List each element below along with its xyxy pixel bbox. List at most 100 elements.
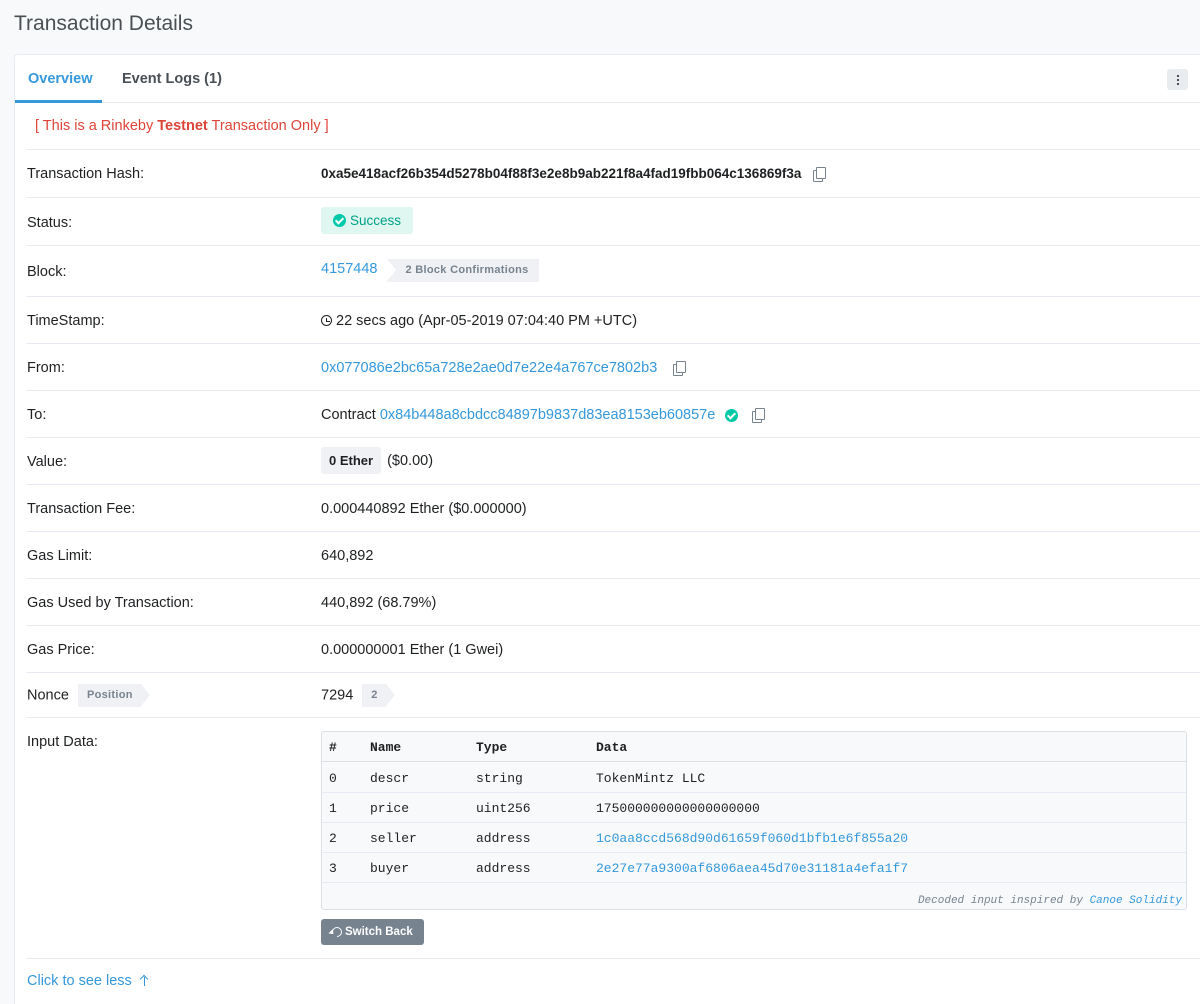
input-table-header: # Name Type Data — [322, 732, 1186, 762]
row-name: descr — [370, 771, 410, 786]
testnet-notice-suffix: Transaction Only ] — [207, 118, 329, 134]
to-value: Contract 0x84b448a8cbdcc84897b9837d83ea8… — [321, 407, 766, 424]
transaction-fee-label: Transaction Fee: — [27, 501, 136, 517]
to-label: To: — [27, 407, 47, 423]
block-number-link[interactable]: 4157448 — [321, 261, 377, 277]
decoded-credit-text: Decoded input inspired by — [917, 895, 1090, 907]
nonce-number: 7294 — [321, 687, 354, 704]
gas-used-label: Gas Used by Transaction: — [27, 595, 194, 611]
testnet-notice-emphasis: Testnet — [157, 118, 208, 134]
more-options-button[interactable] — [1167, 69, 1188, 90]
ether-amount-badge: 0 Ether — [321, 447, 382, 474]
arrow-up-icon — [140, 975, 150, 986]
clock-icon — [321, 315, 332, 326]
header-type: Type — [476, 740, 508, 755]
decoded-credit: Decoded input inspired by Canoe Solidity — [918, 895, 1182, 907]
row-nonce: Nonce Position 7294 2 — [27, 672, 1200, 717]
header-name: Name — [370, 740, 402, 755]
row-gas-used: Gas Used by Transaction: 440,892 (68.79%… — [27, 578, 1200, 625]
row-transaction-fee: Transaction Fee: 0.000440892 Ether ($0.0… — [27, 484, 1200, 531]
row-name: seller — [370, 831, 417, 846]
block-value: 4157448 2 Block Confirmations — [321, 259, 539, 282]
value-label: Value: — [27, 454, 68, 470]
gas-price-label: Gas Price: — [27, 642, 95, 658]
active-tab-indicator — [15, 100, 102, 103]
testnet-notice-prefix: [ This is a Rinkeby — [35, 118, 158, 134]
tab-overview[interactable]: Overview — [28, 71, 93, 87]
transaction-hash-value: 0xa5e418acf26b354d5278b04f88f3e2e8b9ab22… — [321, 166, 827, 183]
row-from: From: 0x077086e2bc65a728e2ae0d7e22e4a767… — [27, 343, 1200, 390]
table-row: 3 buyer address 2e27e77a9300af6806aea45d… — [322, 853, 1186, 883]
copy-icon[interactable] — [673, 361, 687, 377]
row-index: 2 — [329, 831, 337, 846]
table-row: 2 seller address 1c0aa8ccd568d90d61659f0… — [322, 823, 1186, 853]
timestamp-label: TimeStamp: — [27, 313, 105, 329]
row-name: buyer — [370, 861, 410, 876]
verified-check-icon — [725, 408, 739, 422]
gas-limit-label: Gas Limit: — [27, 548, 93, 564]
position-badge: Position — [77, 684, 150, 707]
row-gas-limit: Gas Limit: 640,892 — [27, 531, 1200, 578]
block-label: Block: — [27, 264, 67, 280]
divider — [27, 958, 1200, 959]
row-index: 1 — [329, 801, 337, 816]
transaction-fee-value: 0.000440892 Ether ($0.000000) — [321, 501, 527, 517]
gas-price-value: 0.000000001 Ether (1 Gwei) — [321, 642, 504, 658]
status-text: Success — [350, 213, 402, 228]
row-to: To: Contract 0x84b448a8cbdcc84897b9837d8… — [27, 390, 1200, 437]
row-type: string — [476, 771, 523, 786]
switch-back-label: Switch Back — [345, 926, 413, 938]
tab-bar: Overview Event Logs (1) — [15, 55, 1200, 103]
switch-back-button[interactable]: Switch Back — [321, 919, 424, 945]
from-label: From: — [27, 360, 65, 376]
undo-icon — [329, 924, 345, 940]
seller-address-link[interactable]: 1c0aa8ccd568d90d61659f060d1bfb1e6f855a20 — [596, 831, 908, 846]
row-index: 3 — [329, 861, 337, 876]
gas-limit-value: 640,892 — [321, 548, 374, 564]
see-less-label: Click to see less — [27, 973, 132, 989]
table-row: 1 price uint256 175000000000000000000 — [322, 793, 1186, 823]
row-block: Block: 4157448 2 Block Confirmations — [27, 245, 1200, 296]
to-address-link[interactable]: 0x84b448a8cbdcc84897b9837d83ea8153eb6085… — [380, 407, 715, 423]
value-usd: ($0.00) — [387, 453, 434, 469]
input-data-label: Input Data: — [27, 734, 98, 750]
row-data: TokenMintz LLC — [596, 771, 706, 786]
gas-used-value: 440,892 (68.79%) — [321, 595, 437, 611]
from-address-link[interactable]: 0x077086e2bc65a728e2ae0d7e22e4a767ce7802… — [321, 360, 657, 376]
row-gas-price: Gas Price: 0.000000001 Ether (1 Gwei) — [27, 625, 1200, 672]
transaction-card: Overview Event Logs (1) [ This is a Rink… — [14, 54, 1200, 1004]
see-less-link[interactable]: Click to see less — [27, 973, 150, 989]
to-contract-prefix: Contract — [321, 407, 376, 423]
copy-icon[interactable] — [752, 408, 766, 424]
row-data: 175000000000000000000 — [596, 801, 760, 816]
status-label: Status: — [27, 215, 73, 231]
row-type: address — [476, 861, 531, 876]
transaction-hash-label: Transaction Hash: — [27, 166, 145, 182]
row-value: Value: 0 Ether ($0.00) — [27, 437, 1200, 484]
row-index: 0 — [329, 771, 337, 786]
row-status: Status: Success — [27, 197, 1200, 245]
row-type: uint256 — [476, 801, 531, 816]
buyer-address-link[interactable]: 2e27e77a9300af6806aea45d70e31181a4efa1f7 — [596, 861, 908, 876]
copy-icon[interactable] — [813, 167, 827, 183]
vertical-dots-icon — [1176, 74, 1179, 85]
timestamp-text: 22 secs ago (Apr-05-2019 07:04:40 PM +UT… — [336, 313, 638, 329]
nonce-position-badge: 2 — [362, 684, 396, 707]
block-confirmations-badge: 2 Block Confirmations — [387, 259, 539, 282]
transaction-hash-text[interactable]: 0xa5e418acf26b354d5278b04f88f3e2e8b9ab22… — [321, 166, 801, 181]
testnet-notice: [ This is a Rinkeby Testnet Transaction … — [35, 118, 329, 134]
row-type: address — [476, 831, 531, 846]
header-data: Data — [596, 740, 628, 755]
table-row: 0 descr string TokenMintz LLC — [322, 763, 1186, 793]
header-index: # — [329, 740, 337, 755]
nonce-label-group: Nonce Position — [27, 684, 150, 707]
input-data-table: # Name Type Data 0 descr string TokenMin… — [321, 731, 1187, 910]
row-name: price — [370, 801, 410, 816]
timestamp-value: 22 secs ago (Apr-05-2019 07:04:40 PM +UT… — [321, 313, 637, 329]
row-transaction-hash: Transaction Hash: 0xa5e418acf26b354d5278… — [27, 149, 1200, 197]
check-circle-icon — [333, 214, 346, 227]
row-input-data: Input Data: # Name Type Data 0 descr str… — [27, 717, 1200, 958]
tab-event-logs[interactable]: Event Logs (1) — [122, 71, 222, 87]
canoe-solidity-link[interactable]: Canoe Solidity — [1090, 895, 1182, 907]
nonce-label: Nonce — [27, 687, 69, 704]
